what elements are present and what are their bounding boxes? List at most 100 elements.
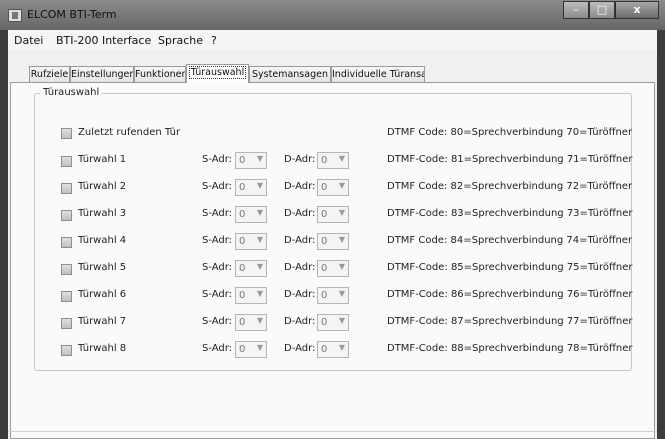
tab-individuelle-tueransagen[interactable]: Individuelle Türansagen	[331, 66, 425, 82]
d-adr-label: D-Adr:	[284, 235, 316, 246]
chevron-down-icon: ▼	[338, 235, 345, 244]
door-6-dtmf: DTMF-Code: 86=Sprechverbindung 76=Türöff…	[387, 289, 633, 300]
door-1-dtmf: DTMF-Code: 81=Sprechverbindung 71=Türöff…	[387, 154, 633, 165]
s-adr-value: 0	[239, 182, 246, 193]
door-4-d-adr-select[interactable]: 0 ▼	[317, 233, 349, 250]
minimize-button[interactable]: –	[563, 1, 589, 19]
door-7-checkbox[interactable]	[61, 318, 72, 329]
door-5-label: Türwahl 5	[78, 262, 127, 273]
chevron-down-icon: ▼	[338, 208, 345, 217]
tab-rufziele[interactable]: Rufziele	[29, 66, 70, 82]
chevron-down-icon: ▼	[338, 262, 345, 271]
app-window: ELCOM BTI-Term – □ x Datei BTI-200 Inter…	[0, 0, 665, 439]
door-4-dtmf: DTMF Code: 84=Sprechverbindung 74=Türöff…	[387, 235, 633, 246]
door-2-d-adr-select[interactable]: 0 ▼	[317, 179, 349, 196]
last-caller-checkbox[interactable]	[61, 128, 72, 139]
app-icon	[8, 9, 22, 22]
tab-label: Rufziele	[30, 69, 69, 80]
menu-bar: Datei BTI-200 Interface Sprache ?	[8, 30, 657, 50]
d-adr-label: D-Adr:	[284, 289, 316, 300]
tab-einstellungen[interactable]: Einstellungen	[70, 66, 134, 82]
chevron-down-icon: ▼	[338, 154, 345, 163]
tab-label: Funktionen	[135, 69, 186, 80]
s-adr-value: 0	[239, 317, 246, 328]
door-8-d-adr-select[interactable]: 0 ▼	[317, 341, 349, 358]
chevron-down-icon: ▼	[256, 289, 263, 298]
d-adr-label: D-Adr:	[284, 343, 316, 354]
d-adr-value: 0	[321, 317, 328, 328]
chevron-down-icon: ▼	[338, 181, 345, 190]
door-2-dtmf: DTMF Code: 82=Sprechverbindung 72=Türöff…	[387, 181, 633, 192]
door-8-label: Türwahl 8	[78, 343, 127, 354]
door-7-dtmf: DTMF-Code: 87=Sprechverbindung 77=Türöff…	[387, 316, 633, 327]
tab-systemansagen[interactable]: Systemansagen	[249, 66, 331, 82]
s-adr-value: 0	[239, 263, 246, 274]
menu-datei[interactable]: Datei	[14, 34, 43, 47]
d-adr-label: D-Adr:	[284, 262, 316, 273]
client-area: Datei BTI-200 Interface Sprache ? Rufzie…	[8, 30, 657, 439]
door-6-d-adr-select[interactable]: 0 ▼	[317, 287, 349, 304]
d-adr-value: 0	[321, 263, 328, 274]
tab-strip: Rufziele Einstellungen Funktionen Türaus…	[8, 64, 657, 83]
door-5-d-adr-select[interactable]: 0 ▼	[317, 260, 349, 277]
d-adr-label: D-Adr:	[284, 154, 316, 165]
title-bar[interactable]: ELCOM BTI-Term – □ x	[0, 0, 665, 30]
last-caller-label: Zuletzt rufenden Tür	[78, 127, 181, 138]
door-6-s-adr-select[interactable]: 0 ▼	[235, 287, 267, 304]
chevron-down-icon: ▼	[256, 154, 263, 163]
door-7-label: Türwahl 7	[78, 316, 127, 327]
door-1-d-adr-select[interactable]: 0 ▼	[317, 152, 349, 169]
door-5-dtmf: DTMF-Code: 85=Sprechverbindung 75=Türöff…	[387, 262, 633, 273]
menu-sprache[interactable]: Sprache	[158, 34, 203, 47]
s-adr-value: 0	[239, 209, 246, 220]
d-adr-value: 0	[321, 344, 328, 355]
group-label: Türauswahl	[40, 87, 103, 98]
tab-tuerauswahl[interactable]: Türauswahl	[186, 64, 249, 83]
door-3-checkbox[interactable]	[61, 210, 72, 221]
door-1-label: Türwahl 1	[78, 154, 127, 165]
door-1-checkbox[interactable]	[61, 156, 72, 167]
door-3-d-adr-select[interactable]: 0 ▼	[317, 206, 349, 223]
s-adr-label: S-Adr:	[202, 235, 233, 246]
s-adr-label: S-Adr:	[202, 289, 233, 300]
door-4-label: Türwahl 4	[78, 235, 127, 246]
door-8-checkbox[interactable]	[61, 345, 72, 356]
door-8-s-adr-select[interactable]: 0 ▼	[235, 341, 267, 358]
menu-bti-200-interface[interactable]: BTI-200 Interface	[56, 34, 151, 47]
door-7-s-adr-select[interactable]: 0 ▼	[235, 314, 267, 331]
door-6-checkbox[interactable]	[61, 291, 72, 302]
window-title: ELCOM BTI-Term	[27, 8, 117, 21]
chevron-down-icon: ▼	[338, 289, 345, 298]
chevron-down-icon: ▼	[256, 181, 263, 190]
d-adr-value: 0	[321, 290, 328, 301]
maximize-button[interactable]: □	[589, 1, 615, 19]
door-1-s-adr-select[interactable]: 0 ▼	[235, 152, 267, 169]
d-adr-value: 0	[321, 209, 328, 220]
s-adr-value: 0	[239, 155, 246, 166]
tab-label: Individuelle Türansagen	[332, 69, 424, 80]
door-2-s-adr-select[interactable]: 0 ▼	[235, 179, 267, 196]
chevron-down-icon: ▼	[256, 208, 263, 217]
door-3-label: Türwahl 3	[78, 208, 127, 219]
door-4-checkbox[interactable]	[61, 237, 72, 248]
chevron-down-icon: ▼	[338, 343, 345, 352]
tab-label: Türauswahl	[188, 66, 247, 79]
chevron-down-icon: ▼	[338, 316, 345, 325]
door-2-checkbox[interactable]	[61, 183, 72, 194]
last-caller-dtmf: DTMF Code: 80=Sprechverbindung 70=Türöff…	[387, 127, 633, 138]
s-adr-label: S-Adr:	[202, 316, 233, 327]
menu-help[interactable]: ?	[211, 34, 217, 47]
door-7-d-adr-select[interactable]: 0 ▼	[317, 314, 349, 331]
door-5-checkbox[interactable]	[61, 264, 72, 275]
tab-funktionen[interactable]: Funktionen	[134, 66, 186, 82]
d-adr-label: D-Adr:	[284, 208, 316, 219]
door-3-s-adr-select[interactable]: 0 ▼	[235, 206, 267, 223]
door-4-s-adr-select[interactable]: 0 ▼	[235, 233, 267, 250]
close-button[interactable]: x	[615, 1, 659, 19]
chevron-down-icon: ▼	[256, 343, 263, 352]
door-8-dtmf: DTMF-Code: 88=Sprechverbindung 78=Türöff…	[387, 343, 633, 354]
divider	[8, 431, 657, 432]
door-5-s-adr-select[interactable]: 0 ▼	[235, 260, 267, 277]
s-adr-value: 0	[239, 290, 246, 301]
door-3-dtmf: DTMF-Code: 83=Sprechverbindung 73=Türöff…	[387, 208, 633, 219]
